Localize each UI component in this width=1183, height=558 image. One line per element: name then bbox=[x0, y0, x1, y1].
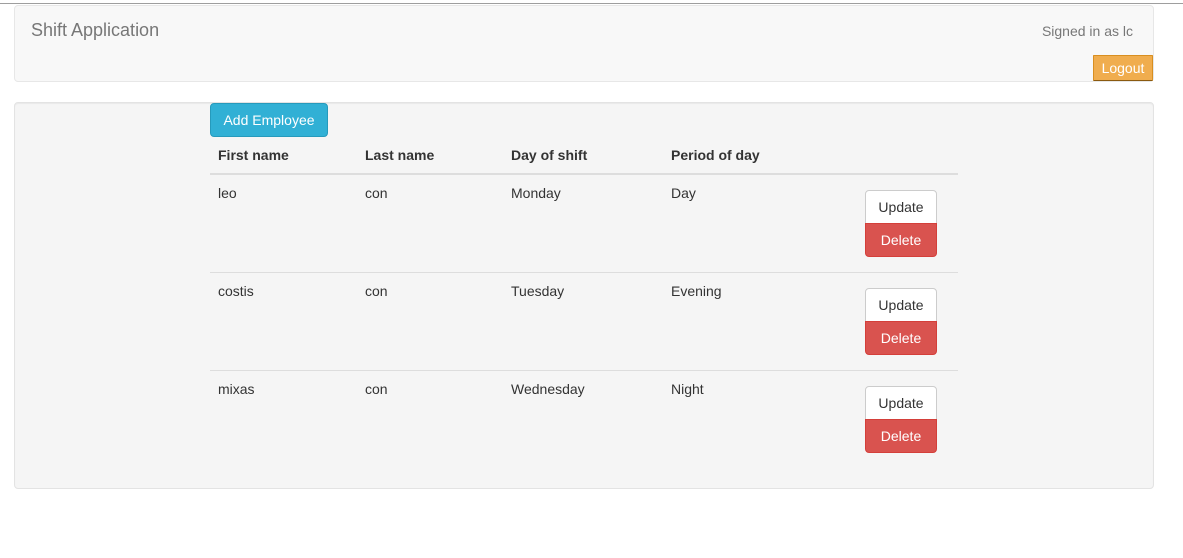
table-header-divider bbox=[210, 173, 958, 175]
cell-period: Night bbox=[671, 381, 704, 397]
cell-last-name: con bbox=[365, 381, 388, 397]
app-brand[interactable]: Shift Application bbox=[31, 20, 159, 41]
cell-first-name: leo bbox=[218, 185, 237, 201]
delete-button[interactable]: Delete bbox=[865, 321, 937, 355]
logout-button[interactable]: Logout bbox=[1093, 55, 1153, 81]
row-divider bbox=[210, 370, 958, 371]
cell-last-name: con bbox=[365, 185, 388, 201]
delete-button[interactable]: Delete bbox=[865, 419, 937, 453]
update-button[interactable]: Update bbox=[865, 288, 937, 322]
header-period-of-day: Period of day bbox=[671, 147, 760, 163]
navbar: Shift Application Signed in as lc bbox=[14, 5, 1154, 82]
cell-first-name: costis bbox=[218, 283, 254, 299]
add-employee-button[interactable]: Add Employee bbox=[210, 103, 328, 137]
cell-day: Tuesday bbox=[511, 283, 565, 299]
header-first-name: First name bbox=[218, 147, 289, 163]
cell-period: Day bbox=[671, 185, 696, 201]
row-divider bbox=[210, 272, 958, 273]
header-last-name: Last name bbox=[365, 147, 435, 163]
delete-button[interactable]: Delete bbox=[865, 223, 937, 257]
window-top-border bbox=[0, 3, 1183, 4]
update-button[interactable]: Update bbox=[865, 190, 937, 224]
cell-last-name: con bbox=[365, 283, 388, 299]
header-day-of-shift: Day of shift bbox=[511, 147, 588, 163]
update-button[interactable]: Update bbox=[865, 386, 937, 420]
cell-period: Evening bbox=[671, 283, 722, 299]
signed-in-text: Signed in as lc bbox=[1041, 23, 1133, 39]
cell-first-name: mixas bbox=[218, 381, 255, 397]
cell-day: Wednesday bbox=[511, 381, 585, 397]
cell-day: Monday bbox=[511, 185, 561, 201]
